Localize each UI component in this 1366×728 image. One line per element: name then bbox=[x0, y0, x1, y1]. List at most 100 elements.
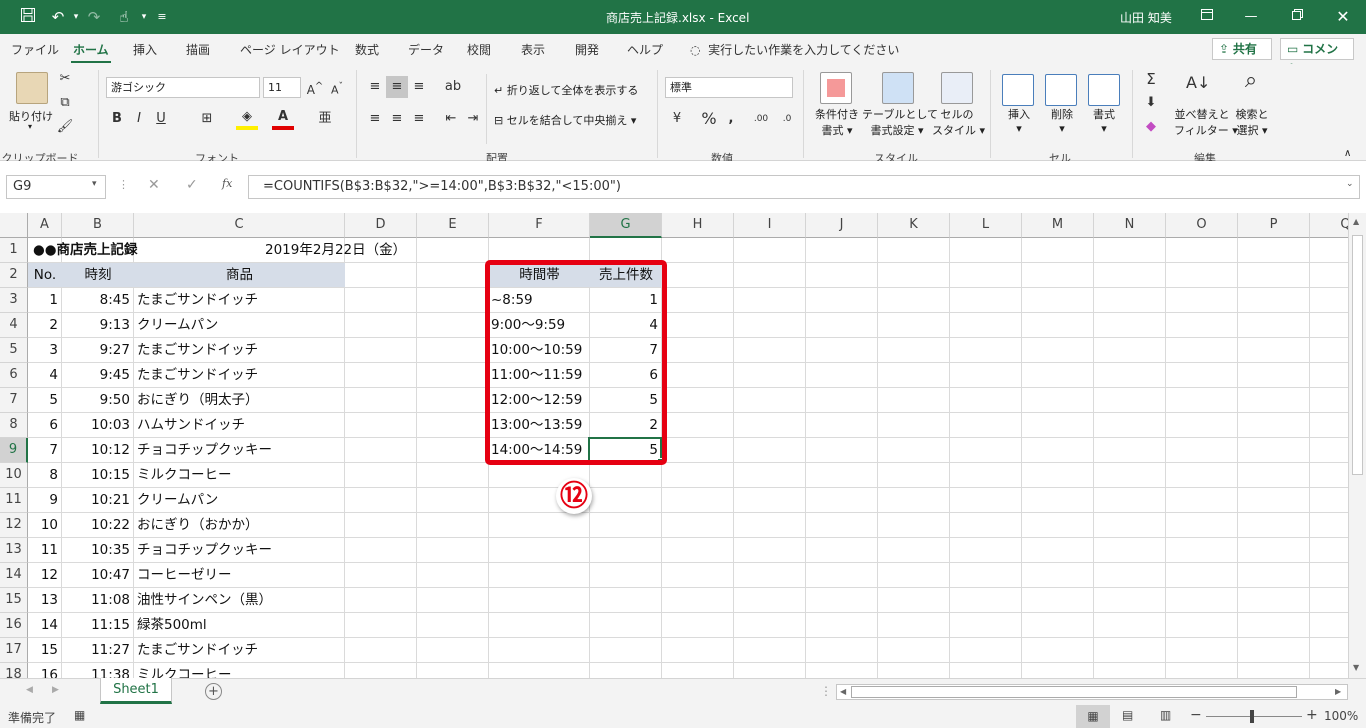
sort-filter-button[interactable]: 並べ替えと フィルター ▾ bbox=[1174, 106, 1238, 138]
data-no[interactable]: 1 bbox=[28, 288, 62, 313]
data-item[interactable]: ミルクコーヒー bbox=[134, 463, 345, 488]
data-time[interactable]: 10:12 bbox=[62, 438, 134, 463]
font-name-select[interactable]: 游ゴシック bbox=[106, 77, 260, 98]
format-painter-icon[interactable]: 🖌 bbox=[54, 116, 76, 138]
borders-icon[interactable]: ⊞ bbox=[196, 108, 218, 130]
column-header-h[interactable]: H bbox=[662, 213, 734, 238]
row-header-17[interactable]: 17 bbox=[0, 638, 28, 663]
percent-icon[interactable]: % bbox=[698, 108, 720, 130]
phonetic-icon[interactable]: 亜 bbox=[314, 108, 336, 130]
data-item[interactable]: チョコチップクッキー bbox=[134, 438, 345, 463]
row-header-12[interactable]: 12 bbox=[0, 513, 28, 538]
data-no[interactable]: 3 bbox=[28, 338, 62, 363]
title-cell[interactable]: ●●商店売上記録 bbox=[30, 238, 230, 263]
data-item[interactable]: おにぎり（おかか） bbox=[134, 513, 345, 538]
delete-cells-button[interactable]: 削除 ▾ bbox=[1049, 106, 1075, 135]
tab-home[interactable]: ホーム bbox=[71, 41, 111, 63]
zoom-slider-thumb[interactable] bbox=[1250, 710, 1254, 723]
decrease-decimal-icon[interactable]: .0 bbox=[776, 108, 798, 130]
format-cells-button[interactable]: 書式 ▾ bbox=[1091, 106, 1117, 135]
row-header-11[interactable]: 11 bbox=[0, 488, 28, 513]
data-item[interactable]: クリームパン bbox=[134, 313, 345, 338]
data-no[interactable]: 14 bbox=[28, 613, 62, 638]
data-time[interactable]: 11:38 bbox=[62, 663, 134, 678]
data-no[interactable]: 9 bbox=[28, 488, 62, 513]
conditional-format-button[interactable]: 条件付き 書式 ▾ bbox=[813, 106, 861, 138]
tab-developer[interactable]: 開発 bbox=[575, 41, 599, 58]
column-header-m[interactable]: M bbox=[1022, 213, 1094, 238]
data-item[interactable]: おにぎり（明太子） bbox=[134, 388, 345, 413]
wrap-text-button[interactable]: ↵ 折り返して全体を表示する bbox=[494, 82, 638, 98]
scroll-left-icon[interactable]: ◀ bbox=[840, 687, 846, 696]
underline-icon[interactable]: U bbox=[150, 108, 172, 130]
name-box-dropdown-icon[interactable]: ▾ bbox=[92, 179, 97, 189]
spreadsheet-grid[interactable]: A B C D E F G H I J K L M N O P Q 1 2 3 4 5 6 7 8 9 10 11 12 13 14 15 16… bbox=[0, 213, 1348, 678]
orientation-icon[interactable]: ab bbox=[442, 76, 464, 98]
data-time[interactable]: 11:27 bbox=[62, 638, 134, 663]
expand-formula-icon[interactable]: ⌄ bbox=[1346, 179, 1354, 189]
column-header-q[interactable]: Q bbox=[1310, 213, 1348, 238]
row-header-4[interactable]: 4 bbox=[0, 313, 28, 338]
customize-qat-icon[interactable]: ≡ bbox=[152, 7, 172, 27]
align-center-icon[interactable]: ≡ bbox=[386, 108, 408, 130]
close-icon[interactable]: ✕ bbox=[1320, 0, 1366, 34]
undo-icon[interactable]: ↶ bbox=[48, 7, 68, 27]
horizontal-scrollbar[interactable]: ◀ ▶ bbox=[836, 684, 1348, 700]
row-header-14[interactable]: 14 bbox=[0, 563, 28, 588]
data-no[interactable]: 6 bbox=[28, 413, 62, 438]
data-item[interactable]: クリームパン bbox=[134, 488, 345, 513]
row-header-9[interactable]: 9 bbox=[0, 438, 28, 463]
data-time[interactable]: 10:47 bbox=[62, 563, 134, 588]
data-time[interactable]: 10:21 bbox=[62, 488, 134, 513]
data-item[interactable]: たまごサンドイッチ bbox=[134, 338, 345, 363]
data-item[interactable]: たまごサンドイッチ bbox=[134, 363, 345, 388]
page-break-view-icon[interactable]: ▥ bbox=[1160, 708, 1171, 722]
next-sheet-icon[interactable]: ▶ bbox=[52, 685, 59, 695]
row-header-16[interactable]: 16 bbox=[0, 613, 28, 638]
undo-dropdown-icon[interactable]: ▾ bbox=[66, 7, 86, 27]
tab-draw[interactable]: 描画 bbox=[186, 41, 210, 58]
row-header-8[interactable]: 8 bbox=[0, 413, 28, 438]
cancel-icon[interactable]: ✕ bbox=[148, 177, 160, 193]
touch-dropdown-icon[interactable]: ▾ bbox=[134, 7, 154, 27]
touch-mode-icon[interactable]: ☝ bbox=[114, 7, 134, 27]
prev-sheet-icon[interactable]: ◀ bbox=[26, 685, 33, 695]
decrease-indent-icon[interactable]: ⇤ bbox=[440, 108, 462, 130]
data-no[interactable]: 5 bbox=[28, 388, 62, 413]
font-size-select[interactable]: 11 bbox=[263, 77, 301, 98]
data-no[interactable]: 12 bbox=[28, 563, 62, 588]
cut-icon[interactable]: ✂ bbox=[54, 68, 76, 90]
bold-icon[interactable]: B bbox=[106, 108, 128, 130]
normal-view-icon[interactable]: ▦ bbox=[1076, 705, 1110, 728]
save-icon[interactable] bbox=[18, 7, 38, 27]
italic-icon[interactable]: I bbox=[128, 108, 150, 130]
data-time[interactable]: 10:35 bbox=[62, 538, 134, 563]
data-item[interactable]: チョコチップクッキー bbox=[134, 538, 345, 563]
zoom-in-icon[interactable]: + bbox=[1306, 707, 1318, 723]
scroll-right-icon[interactable]: ▶ bbox=[1335, 687, 1341, 696]
data-time[interactable]: 9:27 bbox=[62, 338, 134, 363]
enter-icon[interactable]: ✓ bbox=[186, 177, 198, 193]
column-header-p[interactable]: P bbox=[1238, 213, 1310, 238]
number-format-select[interactable]: 標準 bbox=[665, 77, 793, 98]
macro-record-icon[interactable]: ▦ bbox=[74, 708, 85, 722]
align-bottom-icon[interactable]: ≡ bbox=[408, 76, 430, 98]
data-time[interactable]: 10:15 bbox=[62, 463, 134, 488]
row-header-15[interactable]: 15 bbox=[0, 588, 28, 613]
comment-button[interactable]: ▭ コメント bbox=[1280, 38, 1354, 76]
row-header-18[interactable]: 18 bbox=[0, 663, 28, 678]
sheet-tab-sheet1[interactable]: Sheet1 bbox=[100, 678, 172, 704]
column-header-k[interactable]: K bbox=[878, 213, 950, 238]
tab-data[interactable]: データ bbox=[408, 41, 444, 58]
paste-icon[interactable] bbox=[16, 72, 48, 104]
row-header-2[interactable]: 2 bbox=[0, 263, 28, 288]
data-time[interactable]: 11:15 bbox=[62, 613, 134, 638]
row-header-3[interactable]: 3 bbox=[0, 288, 28, 313]
tab-help[interactable]: ヘルプ bbox=[627, 41, 663, 58]
row-header-10[interactable]: 10 bbox=[0, 463, 28, 488]
align-left-icon[interactable]: ≡ bbox=[364, 108, 386, 130]
zoom-slider[interactable] bbox=[1206, 716, 1302, 717]
page-layout-view-icon[interactable]: ▤ bbox=[1122, 708, 1133, 722]
column-header-n[interactable]: N bbox=[1094, 213, 1166, 238]
header-item[interactable]: 商品 bbox=[134, 263, 345, 288]
